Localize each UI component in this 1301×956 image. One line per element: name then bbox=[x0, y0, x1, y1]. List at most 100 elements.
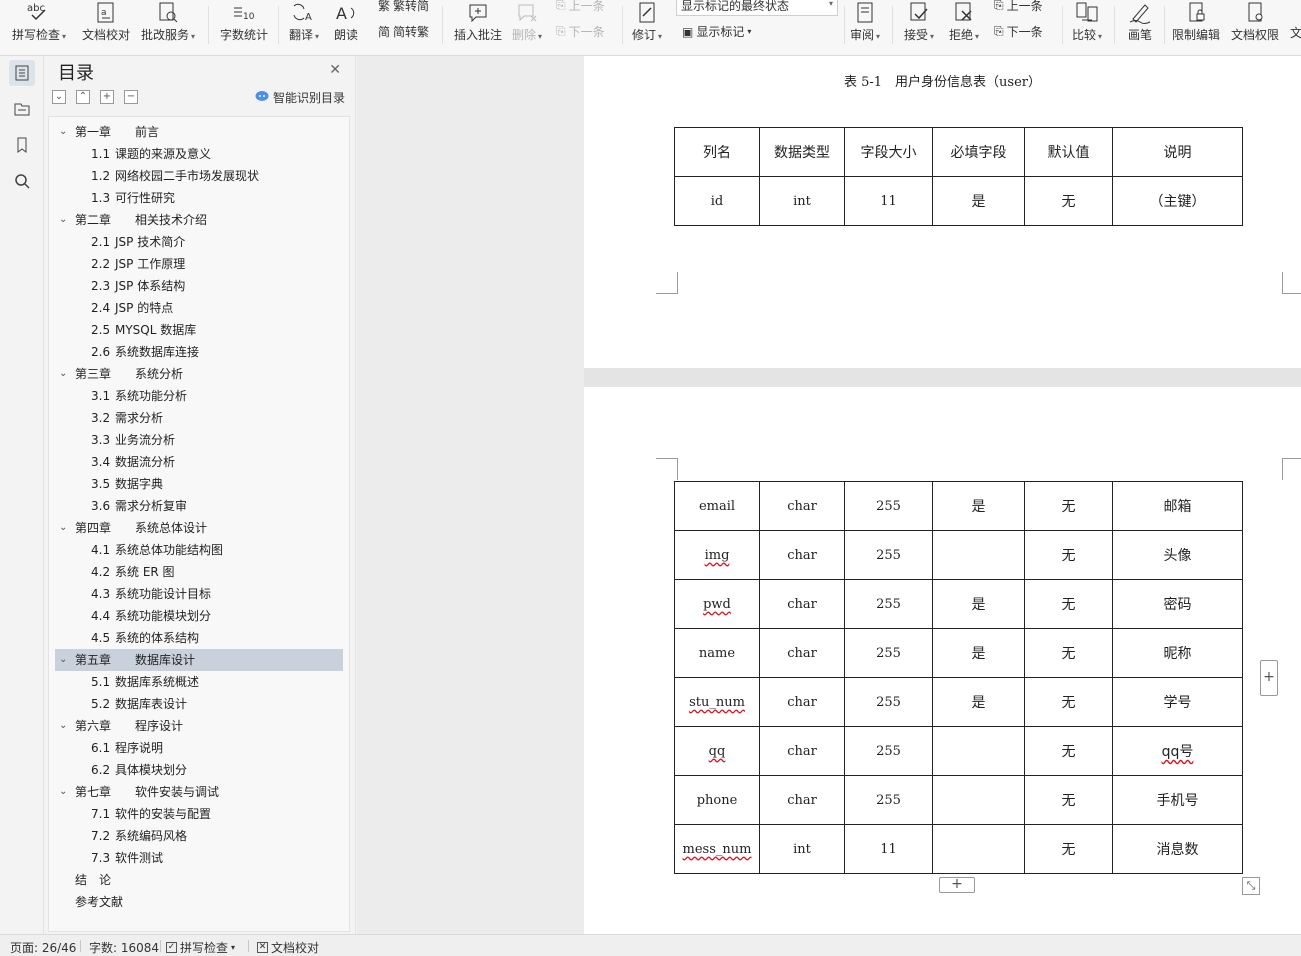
table-cell[interactable]: 11 bbox=[844, 824, 933, 874]
table-cell[interactable]: 是 bbox=[932, 677, 1025, 727]
smart-recognize-toc-button[interactable]: 智能识别目录 bbox=[255, 89, 345, 106]
toc-item[interactable]: 4.5 系统的体系结构 bbox=[55, 627, 343, 649]
table-cell[interactable]: 255 bbox=[844, 726, 933, 776]
chevron-down-icon[interactable]: ⌄ bbox=[59, 121, 67, 143]
remove-heading-icon[interactable]: − bbox=[124, 90, 138, 104]
table-cell[interactable] bbox=[932, 726, 1025, 776]
table-cell[interactable]: 255 bbox=[844, 628, 933, 678]
toc-item[interactable]: 2.3 JSP 体系结构 bbox=[55, 275, 343, 297]
toc-item[interactable]: 结 论 bbox=[55, 869, 343, 891]
table-cell[interactable]: 是 bbox=[932, 628, 1025, 678]
doc-proofread-button[interactable]: a 文档校对 bbox=[82, 0, 130, 48]
toc-item[interactable]: 7.3 软件测试 bbox=[55, 847, 343, 869]
table-cell[interactable]: pwd bbox=[674, 579, 760, 629]
toc-item[interactable]: ⌄ 第二章 相关技术介绍 bbox=[55, 209, 343, 231]
table-cell[interactable]: 是 bbox=[932, 176, 1025, 226]
table-cell[interactable]: qq号 bbox=[1112, 726, 1243, 776]
revise-service-button[interactable]: 批改服务 ▾ bbox=[141, 0, 195, 48]
toc-item[interactable]: 2.1 JSP 技术简介 bbox=[55, 231, 343, 253]
toc-item[interactable]: 2.6 系统数据库连接 bbox=[55, 341, 343, 363]
toc-item[interactable]: 1.2 网络校园二手市场发展现状 bbox=[55, 165, 343, 187]
trad-to-simp-button[interactable]: 繁繁转简 bbox=[378, 0, 429, 14]
table-cell[interactable]: 学号 bbox=[1112, 677, 1243, 727]
toc-item[interactable]: 3.5 数据字典 bbox=[55, 473, 343, 495]
spell-check-button[interactable]: abc 拼写检查 ▾ bbox=[12, 0, 66, 48]
toc-item[interactable]: 3.6 需求分析复审 bbox=[55, 495, 343, 517]
table-cell[interactable]: char bbox=[759, 775, 845, 825]
table-header-cell[interactable]: 字段大小 bbox=[844, 127, 933, 177]
table-cell[interactable]: 邮箱 bbox=[1112, 481, 1243, 531]
table-cell[interactable]: 是 bbox=[932, 481, 1025, 531]
toc-item[interactable]: 2.2 JSP 工作原理 bbox=[55, 253, 343, 275]
table-cell[interactable]: id bbox=[674, 176, 760, 226]
table-cell[interactable]: 无 bbox=[1024, 824, 1113, 874]
table-cell[interactable]: int bbox=[759, 824, 845, 874]
add-row-icon[interactable]: + bbox=[939, 877, 975, 893]
table-cell[interactable]: （主键） bbox=[1112, 176, 1243, 226]
data-table[interactable]: 列名 数据类型 字段大小 必填字段 默认值 说明 id int 11 是 无 （主键） bbox=[674, 127, 1243, 226]
table-header-cell[interactable]: 说明 bbox=[1112, 127, 1243, 177]
table-cell[interactable] bbox=[932, 775, 1025, 825]
table-cell[interactable]: 头像 bbox=[1112, 530, 1243, 580]
toc-item[interactable]: 7.1 软件的安装与配置 bbox=[55, 803, 343, 825]
toc-item[interactable]: 2.5 MYSQL 数据库 bbox=[55, 319, 343, 341]
markup-state-select[interactable]: 显示标记的最终状态 ▾ bbox=[676, 0, 838, 16]
table-cell[interactable]: 昵称 bbox=[1112, 628, 1243, 678]
toc-item[interactable]: 4.3 系统功能设计目标 bbox=[55, 583, 343, 605]
next-comment-button[interactable]: ⎘ 下一条 bbox=[556, 23, 605, 40]
table-cell[interactable]: 无 bbox=[1024, 726, 1113, 776]
table-cell[interactable]: 无 bbox=[1024, 530, 1113, 580]
chevron-down-icon[interactable]: ⌄ bbox=[59, 781, 67, 803]
table-cell[interactable] bbox=[932, 824, 1025, 874]
toc-item[interactable]: 2.4 JSP 的特点 bbox=[55, 297, 343, 319]
show-markup-button[interactable]: ▣ 显示标记 ▾ bbox=[682, 23, 751, 40]
table-cell[interactable]: phone bbox=[674, 775, 760, 825]
reject-button[interactable]: 拒绝 ▾ bbox=[949, 0, 979, 48]
chevron-down-icon[interactable]: ⌄ bbox=[59, 649, 67, 671]
table-cell[interactable]: 无 bbox=[1024, 677, 1113, 727]
table-cell[interactable]: stu_num bbox=[674, 677, 760, 727]
toc-item[interactable]: 6.2 具体模块划分 bbox=[55, 759, 343, 781]
compare-button[interactable]: 比较 ▾ bbox=[1072, 0, 1102, 48]
add-heading-icon[interactable]: + bbox=[100, 90, 114, 104]
table-cell[interactable]: 无 bbox=[1024, 579, 1113, 629]
ink-button[interactable]: 画笔 bbox=[1127, 0, 1153, 48]
table-cell[interactable] bbox=[932, 530, 1025, 580]
toc-item[interactable]: 3.2 需求分析 bbox=[55, 407, 343, 429]
restrict-editing-button[interactable]: 限制编辑 bbox=[1172, 0, 1220, 48]
toc-item[interactable]: 4.1 系统总体功能结构图 bbox=[55, 539, 343, 561]
delete-comment-button[interactable]: 删除 ▾ bbox=[512, 0, 542, 48]
doc-permission-button[interactable]: 文档权限 bbox=[1231, 0, 1279, 48]
status-doc-proofread-button[interactable]: ✕ 文档校对 bbox=[257, 939, 319, 956]
table-cell[interactable]: 消息数 bbox=[1112, 824, 1243, 874]
table-cell[interactable]: char bbox=[759, 628, 845, 678]
table-cell[interactable]: char bbox=[759, 726, 845, 776]
page-indicator[interactable]: 页面: 26/46 bbox=[10, 939, 76, 956]
toc-item[interactable]: 4.2 系统 ER 图 bbox=[55, 561, 343, 583]
table-cell[interactable]: char bbox=[759, 677, 845, 727]
bookmark-icon[interactable] bbox=[9, 132, 35, 158]
track-changes-button[interactable]: 修订 ▾ bbox=[632, 0, 662, 48]
chevron-down-icon[interactable]: ⌄ bbox=[59, 363, 67, 385]
table-cell[interactable]: 255 bbox=[844, 579, 933, 629]
next-change-button[interactable]: ⎘ 下一条 bbox=[994, 23, 1043, 40]
toc-item[interactable]: 3.4 数据流分析 bbox=[55, 451, 343, 473]
table-cell[interactable]: 11 bbox=[844, 176, 933, 226]
table-cell[interactable]: char bbox=[759, 530, 845, 580]
expand-all-icon[interactable]: ⌄ bbox=[52, 90, 66, 104]
table-header-cell[interactable]: 默认值 bbox=[1024, 127, 1113, 177]
chevron-down-icon[interactable]: ⌄ bbox=[59, 517, 67, 539]
toc-item[interactable]: 参考文献 bbox=[55, 891, 343, 913]
search-icon[interactable] bbox=[9, 168, 35, 194]
table-cell[interactable]: 255 bbox=[844, 530, 933, 580]
toc-item[interactable]: ⌄ 第三章 系统分析 bbox=[55, 363, 343, 385]
toc-item[interactable]: ⌄ 第六章 程序设计 bbox=[55, 715, 343, 737]
accept-button[interactable]: 接受 ▾ bbox=[904, 0, 934, 48]
table-cell[interactable]: 255 bbox=[844, 677, 933, 727]
resize-table-icon[interactable]: ⤡ bbox=[1242, 877, 1260, 895]
table-cell[interactable]: 255 bbox=[844, 775, 933, 825]
toc-item[interactable]: ⌄ 第五章 数据库设计 bbox=[55, 649, 343, 671]
data-table[interactable]: email char 255 是无邮箱 img char 255 无头像 pwd char 255 是… bbox=[674, 481, 1243, 874]
toc-item[interactable]: 3.1 系统功能分析 bbox=[55, 385, 343, 407]
table-cell[interactable]: name bbox=[674, 628, 760, 678]
